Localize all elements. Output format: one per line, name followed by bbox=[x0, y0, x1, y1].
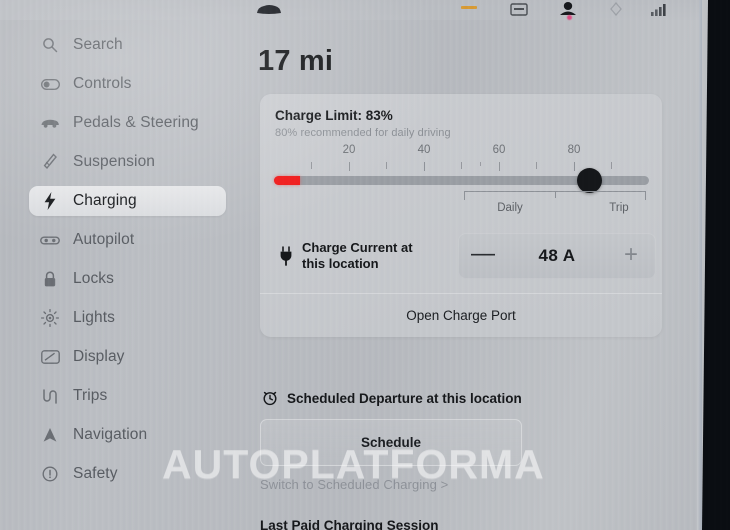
slider-low-range-fill bbox=[274, 176, 300, 185]
charge-current-stepper[interactable]: — 48 A + bbox=[458, 233, 656, 279]
sidebar-item-lights[interactable]: Lights bbox=[29, 303, 232, 333]
slider-tick bbox=[611, 162, 612, 169]
tesla-touchscreen: Search Controls Pedals & Steering Suspen… bbox=[0, 0, 730, 530]
lock-icon[interactable] bbox=[606, 0, 626, 18]
lights-icon bbox=[37, 308, 63, 328]
bracket-label-daily: Daily bbox=[497, 202, 523, 214]
bracket-midpoint-tick bbox=[555, 191, 556, 198]
sidebar-item-safety[interactable]: Safety bbox=[29, 459, 232, 489]
media-icon[interactable] bbox=[458, 0, 480, 18]
last-paid-session-title: Last Paid Charging Session bbox=[260, 518, 439, 530]
range-readout: 17 mi bbox=[258, 45, 334, 77]
slider-tick bbox=[461, 162, 462, 169]
slider-tick bbox=[424, 162, 425, 171]
slider-tick bbox=[574, 162, 575, 171]
charging-panel: 17 mi Charge Limit: 83% 80% recommended … bbox=[240, 24, 700, 530]
sidebar-item-navigation[interactable]: Navigation bbox=[29, 420, 232, 450]
charge-current-label: Charge Current at this location bbox=[302, 240, 442, 272]
charge-current-label-line1: Charge Current at bbox=[302, 240, 413, 255]
scale-label: 80 bbox=[567, 144, 581, 156]
charge-current-label-line2: this location bbox=[302, 256, 379, 271]
sidebar-item-label: Pedals & Steering bbox=[73, 114, 199, 131]
scale-label: 60 bbox=[492, 144, 506, 156]
slider-tick bbox=[386, 162, 387, 169]
search-icon bbox=[37, 35, 63, 55]
bracket-label-trip: Trip bbox=[609, 202, 629, 214]
slider-tick bbox=[349, 162, 350, 171]
slider-tick bbox=[499, 162, 500, 171]
sidebar-item-pedals-steering[interactable]: Pedals & Steering bbox=[29, 108, 232, 138]
signal-icon[interactable] bbox=[648, 0, 670, 18]
open-charge-port-button[interactable]: Open Charge Port bbox=[260, 294, 662, 337]
increase-current-button[interactable]: + bbox=[606, 242, 656, 270]
scheduled-departure-row[interactable]: Scheduled Departure at this location bbox=[262, 389, 522, 407]
charge-limit-slider[interactable]: 20 40 60 80 Daily Trip bbox=[274, 144, 649, 222]
settings-sidebar: Search Controls Pedals & Steering Suspen… bbox=[0, 24, 240, 530]
sidebar-item-label: Suspension bbox=[73, 153, 156, 170]
display-icon bbox=[37, 347, 63, 367]
sidebar-item-trips[interactable]: Trips bbox=[29, 381, 232, 411]
sidebar-item-label: Charging bbox=[73, 192, 137, 209]
shock-icon bbox=[37, 152, 63, 172]
slider-tick bbox=[311, 162, 312, 169]
status-bar bbox=[0, 0, 700, 20]
lock-icon bbox=[37, 269, 63, 289]
sidebar-item-label: Locks bbox=[73, 270, 114, 287]
sidebar-item-label: Lights bbox=[73, 309, 115, 326]
charge-limit-title: Charge Limit: 83% bbox=[275, 108, 393, 123]
trips-icon bbox=[37, 386, 63, 406]
decrease-current-button[interactable]: — bbox=[458, 242, 508, 270]
slider-knob[interactable] bbox=[577, 168, 602, 193]
sidebar-item-locks[interactable]: Locks bbox=[29, 264, 232, 294]
charge-current-value: 48 A bbox=[538, 246, 576, 265]
card-icon[interactable] bbox=[508, 0, 530, 18]
switch-to-scheduled-charging-link[interactable]: Switch to Scheduled Charging > bbox=[260, 477, 448, 492]
daily-trip-bracket bbox=[464, 191, 646, 200]
sidebar-item-label: Trips bbox=[73, 387, 108, 404]
scheduled-departure-label: Scheduled Departure at this location bbox=[287, 390, 522, 406]
scale-label: 40 bbox=[417, 144, 431, 156]
nav-arrow-icon bbox=[37, 425, 63, 445]
notification-dot bbox=[567, 15, 572, 20]
alarm-clock-icon bbox=[262, 389, 280, 407]
bolt-icon bbox=[37, 191, 63, 211]
sidebar-item-display[interactable]: Display bbox=[29, 342, 232, 372]
charge-settings-card: Charge Limit: 83% 80% recommended for da… bbox=[260, 94, 662, 337]
info-icon bbox=[37, 464, 63, 484]
charge-current-row: Charge Current at this location — 48 A + bbox=[260, 226, 662, 289]
sidebar-item-controls[interactable]: Controls bbox=[29, 69, 232, 99]
sidebar-item-autopilot[interactable]: Autopilot bbox=[29, 225, 232, 255]
toggle-icon bbox=[37, 74, 63, 94]
sidebar-item-label: Navigation bbox=[73, 426, 148, 443]
sidebar-item-label: Safety bbox=[73, 465, 118, 482]
scale-label: 20 bbox=[342, 144, 356, 156]
autopilot-icon bbox=[37, 230, 63, 250]
schedule-button[interactable]: Schedule bbox=[260, 419, 522, 466]
charge-limit-subtitle: 80% recommended for daily driving bbox=[275, 127, 451, 139]
sidebar-item-label: Autopilot bbox=[73, 231, 135, 248]
car-side-icon bbox=[37, 113, 63, 133]
sidebar-item-label: Display bbox=[73, 348, 125, 365]
car-icon[interactable] bbox=[252, 0, 286, 18]
sidebar-item-label: Controls bbox=[73, 75, 132, 92]
plug-icon bbox=[278, 246, 294, 266]
sidebar-item-search[interactable]: Search bbox=[29, 30, 232, 60]
slider-tick bbox=[480, 162, 481, 166]
sidebar-item-suspension[interactable]: Suspension bbox=[29, 147, 232, 177]
slider-tick bbox=[536, 162, 537, 169]
sidebar-item-charging[interactable]: Charging bbox=[29, 186, 226, 216]
sidebar-item-label: Search bbox=[73, 36, 123, 53]
